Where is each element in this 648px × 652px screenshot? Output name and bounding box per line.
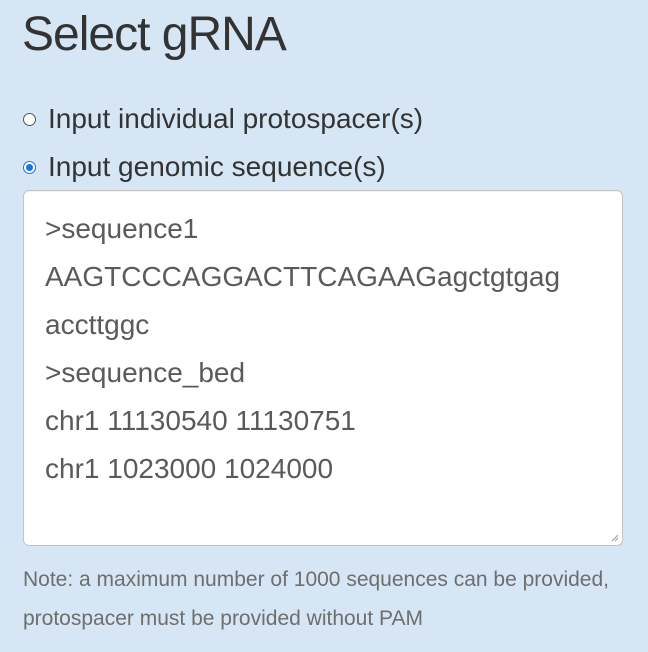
radio-unchecked-icon[interactable] xyxy=(23,112,36,126)
radio-checked-icon[interactable] xyxy=(23,160,36,174)
genomic-sequence-textarea[interactable]: >sequence1 AAGTCCCAGGACTTCAGAAGagctgtgag… xyxy=(23,190,623,546)
radio-individual-protospacer[interactable]: Input individual protospacer(s) xyxy=(23,101,423,137)
sequence-line: AAGTCCCAGGACTTCAGAAGagctgtgag xyxy=(45,261,561,292)
help-note: Note: a maximum number of 1000 sequences… xyxy=(23,568,610,630)
radio-label-individual-protospacer: Input individual protospacer(s) xyxy=(48,103,424,134)
resize-grip-icon[interactable] xyxy=(609,532,619,542)
select-grna-panel: Select gRNA Input individual protospacer… xyxy=(0,0,648,652)
radio-genomic-sequence[interactable]: Input genomic sequence(s) xyxy=(23,149,386,185)
sequence-line: >sequence_bed xyxy=(45,357,246,388)
sequence-line: >sequence1 xyxy=(45,213,199,244)
sequence-line: chr1 1023000 1024000 xyxy=(45,453,334,484)
sequence-line: accttggc xyxy=(45,309,150,340)
sequence-line: chr1 11130540 11130751 xyxy=(45,405,356,436)
page-title: Select gRNA xyxy=(22,8,287,61)
radio-label-genomic-sequence: Input genomic sequence(s) xyxy=(48,151,386,182)
